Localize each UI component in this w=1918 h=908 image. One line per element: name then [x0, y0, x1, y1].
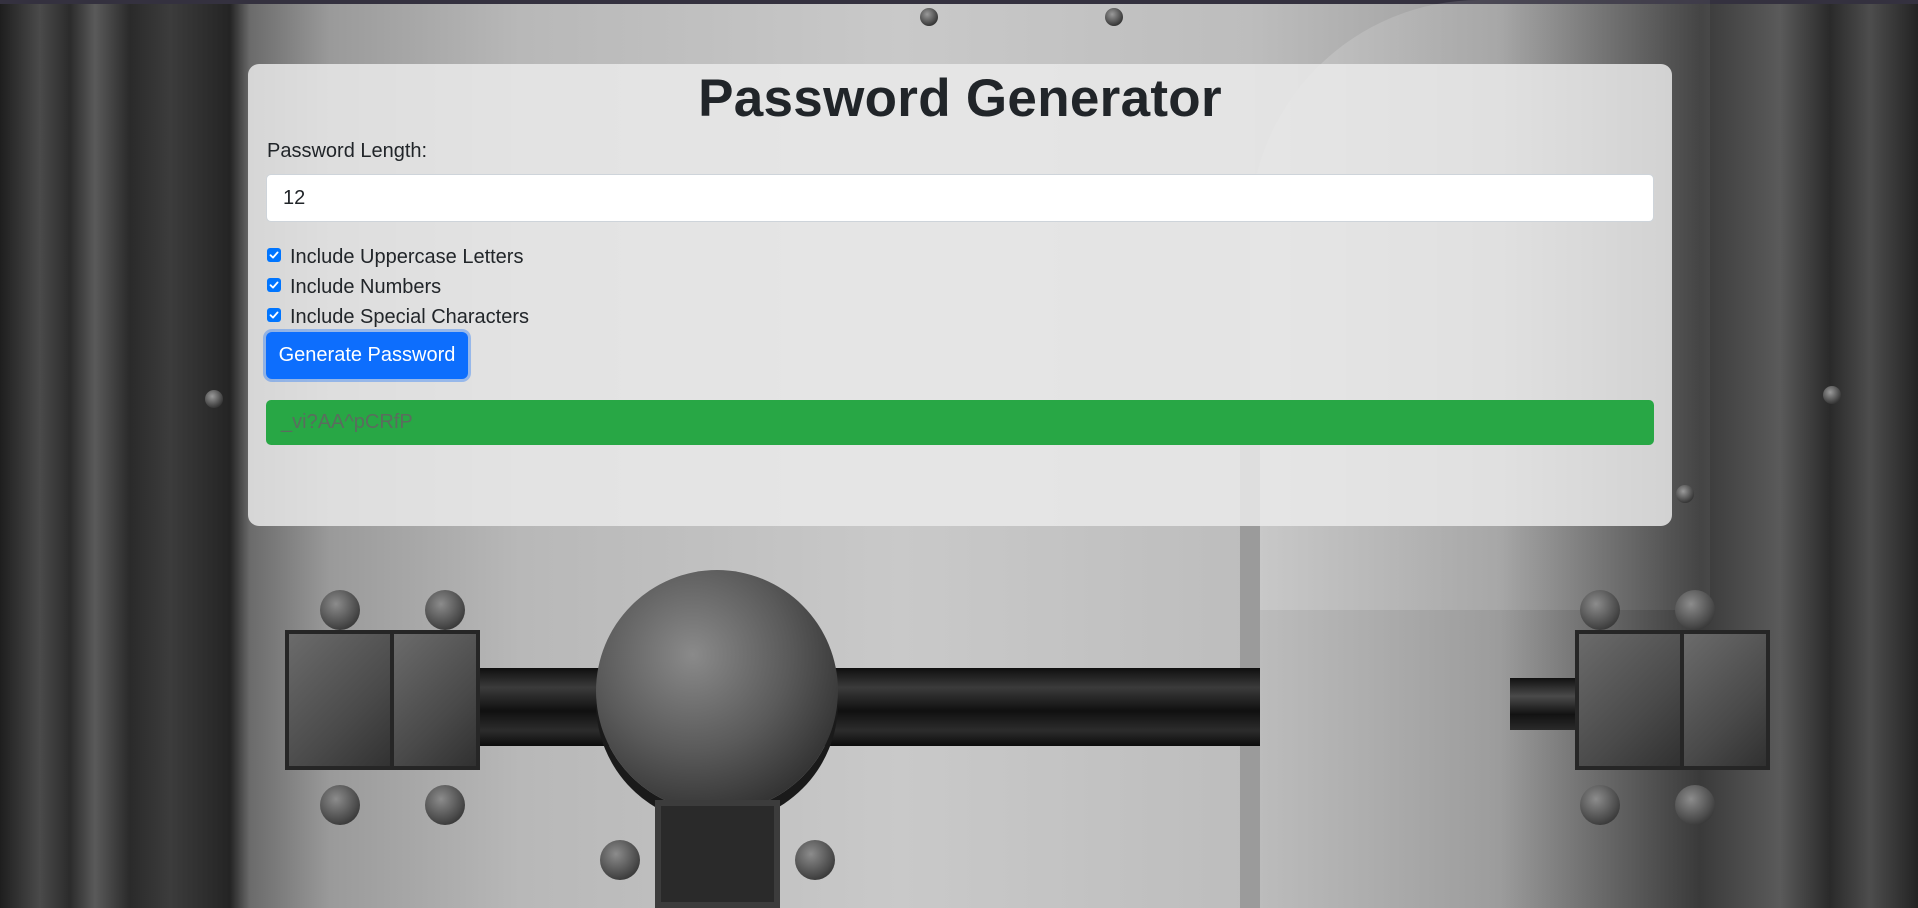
rivet: [205, 390, 223, 408]
bolt: [1675, 590, 1715, 630]
locking-rod: [420, 668, 1260, 746]
rivet: [1676, 485, 1694, 503]
bolt: [1580, 590, 1620, 630]
rivet: [1105, 8, 1123, 26]
latch-block: [285, 630, 400, 770]
bolt: [1675, 785, 1715, 825]
special-characters-checkbox[interactable]: [267, 308, 281, 322]
bolt: [1580, 785, 1620, 825]
rivet: [1823, 386, 1841, 404]
vault-wheel: [596, 570, 838, 812]
latch-block: [1575, 630, 1685, 770]
latch-block: [1680, 630, 1770, 770]
bolt: [320, 785, 360, 825]
wheel-base: [655, 800, 780, 908]
latch-block: [390, 630, 480, 770]
generate-password-button[interactable]: Generate Password: [266, 332, 468, 379]
special-characters-option[interactable]: Include Special Characters: [267, 304, 529, 330]
check-icon: [269, 251, 279, 259]
bolt: [795, 840, 835, 880]
generated-password-output[interactable]: _vi?AA^pCRfP: [266, 400, 1654, 445]
password-length-input[interactable]: [266, 174, 1654, 222]
numbers-option[interactable]: Include Numbers: [267, 274, 441, 300]
check-icon: [269, 311, 279, 319]
bolt: [425, 785, 465, 825]
bolt: [425, 590, 465, 630]
uppercase-label: Include Uppercase Letters: [290, 245, 524, 268]
page-title: Password Generator: [698, 69, 1222, 128]
rivet: [920, 8, 938, 26]
generated-password-text: _vi?AA^pCRfP: [281, 411, 413, 433]
check-icon: [269, 281, 279, 289]
bolt: [600, 840, 640, 880]
password-generator-card: Password Generator Password Length: Incl…: [248, 64, 1672, 526]
special-characters-label: Include Special Characters: [290, 305, 530, 328]
password-length-label: Password Length:: [267, 140, 428, 162]
uppercase-option[interactable]: Include Uppercase Letters: [267, 244, 523, 270]
numbers-label: Include Numbers: [290, 275, 442, 298]
bolt: [320, 590, 360, 630]
uppercase-checkbox[interactable]: [267, 248, 281, 262]
numbers-checkbox[interactable]: [267, 278, 281, 292]
